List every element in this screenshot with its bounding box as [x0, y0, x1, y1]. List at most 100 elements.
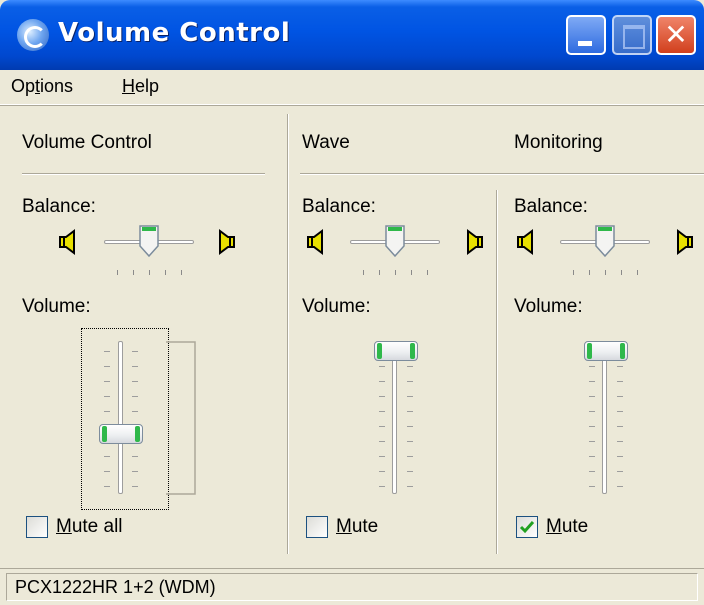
channel-name: Monitoring	[514, 132, 603, 153]
volume-tick	[379, 366, 385, 367]
volume-control-window: Volume Control ✕ Options Help Volume Con…	[0, 0, 704, 605]
left-speaker-icon	[59, 229, 75, 255]
maximize-icon	[623, 25, 645, 49]
status-bar: PCX1222HR 1+2 (WDM)	[0, 568, 704, 605]
volume-tick	[589, 441, 595, 442]
volume-tick	[132, 471, 138, 472]
volume-tick	[589, 381, 595, 382]
mute-all-checkbox[interactable]	[26, 516, 48, 538]
balance-tick	[589, 270, 590, 275]
channel-name: Wave	[302, 132, 350, 153]
volume-tick	[132, 456, 138, 457]
volume-track	[392, 341, 397, 494]
volume-focus-outline	[81, 328, 169, 510]
window-title: Volume Control	[58, 18, 291, 48]
volume-tick	[132, 351, 138, 352]
volume-label: Volume:	[514, 296, 583, 317]
volume-track	[118, 341, 123, 494]
close-icon: ✕	[664, 18, 688, 51]
volume-slider-thumb[interactable]	[99, 423, 143, 444]
volume-slider-thumb[interactable]	[584, 341, 628, 361]
balance-slider-thumb[interactable]	[138, 224, 160, 258]
volume-tick	[589, 471, 595, 472]
checkmark-icon	[519, 521, 535, 534]
mute-checkbox[interactable]	[306, 516, 328, 538]
volume-tick	[407, 381, 413, 382]
volume-tick	[132, 396, 138, 397]
minimize-icon	[578, 41, 592, 46]
channel-name: Volume Control	[22, 132, 152, 153]
mute-label[interactable]: Mute	[546, 516, 588, 538]
volume-tick	[617, 456, 623, 457]
volume-tick	[104, 471, 110, 472]
volume-tick	[617, 381, 623, 382]
volume-label: Volume:	[22, 296, 91, 317]
status-panel: PCX1222HR 1+2 (WDM)	[6, 573, 698, 601]
volume-tick	[379, 396, 385, 397]
volume-tick	[104, 396, 110, 397]
left-speaker-icon	[307, 229, 323, 255]
volume-tick	[589, 456, 595, 457]
mute-accel: M	[546, 516, 562, 537]
volume-tick	[617, 396, 623, 397]
balance-tick	[181, 270, 182, 275]
menu-help-suffix: elp	[135, 76, 160, 96]
menu-bar: Options Help	[0, 70, 704, 105]
volume-tick	[132, 411, 138, 412]
menu-options-suffix: ions	[40, 76, 74, 96]
balance-label: Balance:	[22, 196, 96, 217]
volume-tick	[104, 366, 110, 367]
menu-options[interactable]: Options	[11, 76, 73, 97]
close-button[interactable]: ✕	[656, 15, 696, 55]
mute-checkbox[interactable]	[516, 516, 538, 538]
menu-help-accel: H	[122, 76, 135, 96]
volume-tick	[617, 471, 623, 472]
mute-accel: M	[336, 516, 352, 537]
volume-tick	[132, 381, 138, 382]
balance-tick	[621, 270, 622, 275]
volume-tick	[589, 411, 595, 412]
volume-tick	[379, 411, 385, 412]
volume-tick	[104, 381, 110, 382]
mute-rest: ute all	[71, 516, 123, 537]
balance-tick	[395, 270, 396, 275]
balance-tick	[605, 270, 606, 275]
minimize-button[interactable]	[566, 15, 606, 55]
balance-tick	[379, 270, 380, 275]
volume-tick	[617, 486, 623, 487]
mute-all-label[interactable]: Mute all	[56, 516, 123, 538]
volume-tick	[407, 441, 413, 442]
volume-tick	[379, 381, 385, 382]
maximize-button	[612, 15, 652, 55]
mute-label[interactable]: Mute	[336, 516, 378, 538]
balance-tick	[133, 270, 134, 275]
volume-tick	[407, 471, 413, 472]
balance-label: Balance:	[302, 196, 376, 217]
volume-tick	[617, 366, 623, 367]
volume-tick	[407, 396, 413, 397]
volume-tick	[379, 426, 385, 427]
volume-label: Volume:	[302, 296, 371, 317]
balance-slider-thumb[interactable]	[384, 224, 406, 258]
menu-help[interactable]: Help	[122, 76, 159, 97]
volume-tick	[407, 456, 413, 457]
section-divider	[287, 114, 289, 554]
left-speaker-icon	[517, 229, 533, 255]
channel-divider	[496, 190, 498, 554]
balance-tick	[573, 270, 574, 275]
volume-tick	[617, 411, 623, 412]
volume-tick	[407, 366, 413, 367]
balance-tick	[117, 270, 118, 275]
volume-tick	[104, 456, 110, 457]
mute-rest: ute	[351, 516, 379, 537]
volume-slider-thumb[interactable]	[374, 341, 418, 361]
balance-tick	[363, 270, 364, 275]
volume-tick	[132, 486, 138, 487]
balance-tick	[427, 270, 428, 275]
mute-accel: M	[56, 516, 72, 537]
balance-slider-thumb[interactable]	[594, 224, 616, 258]
device-name: PCX1222HR 1+2 (WDM)	[15, 577, 216, 597]
volume-tick	[589, 396, 595, 397]
title-bar[interactable]: Volume Control ✕	[0, 0, 704, 70]
mute-rest: ute	[561, 516, 589, 537]
